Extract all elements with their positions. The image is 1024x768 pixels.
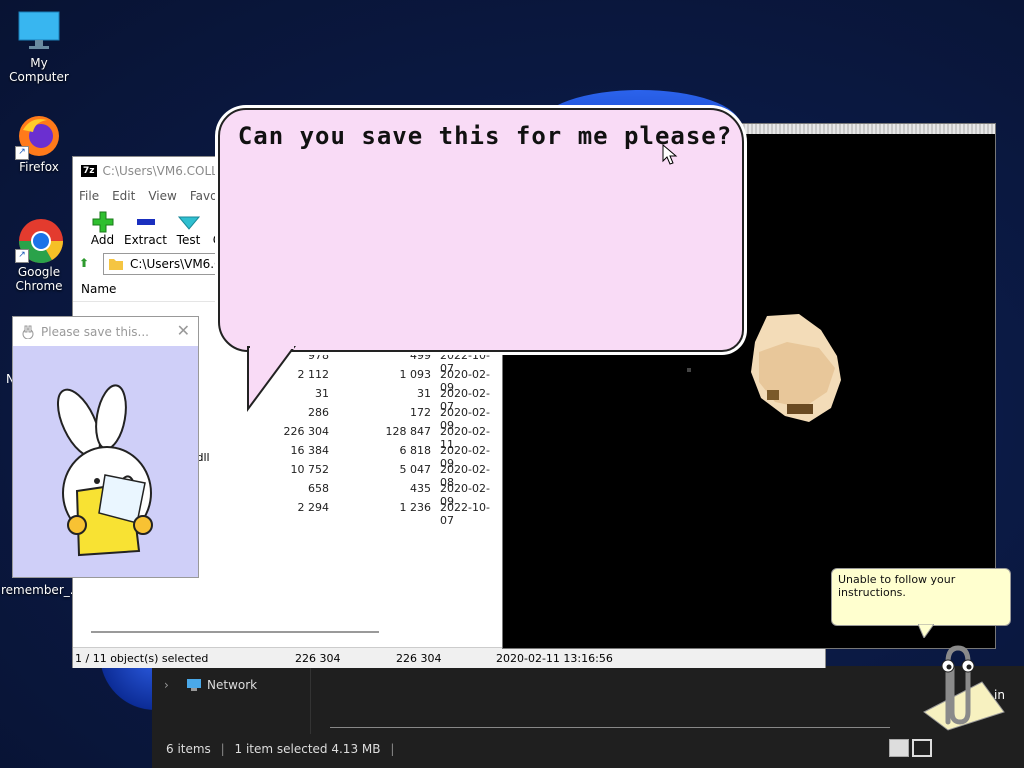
- status-bar: 1 / 11 object(s) selected 226 304 226 30…: [73, 647, 825, 668]
- status-bar: 6 items | 1 item selected 4.13 MB |: [166, 742, 395, 756]
- tooltip-pointer: [918, 624, 934, 638]
- status-packed: 226 304: [396, 651, 442, 665]
- desktop-icon-chrome[interactable]: ↗ Google Chrome: [1, 217, 77, 293]
- folder-icon: [109, 259, 123, 270]
- desktop-icon-label: Google Chrome: [15, 265, 63, 293]
- desktop-icon-my-computer[interactable]: My Computer: [1, 10, 77, 84]
- mouse-cursor-icon: [662, 144, 678, 165]
- status-selected: 1 / 11 object(s) selected: [75, 651, 209, 665]
- window-title: C:\Users\VM6.COLLAI: [102, 164, 230, 178]
- up-folder-icon[interactable]: ⬆: [79, 256, 95, 272]
- file-explorer-window: › Network 6 items | 1 item selected 4.13…: [152, 666, 1024, 768]
- desktop-icon-label: Firefox: [19, 160, 59, 174]
- bunny-app-icon: [22, 325, 34, 339]
- add-button[interactable]: Add: [81, 207, 124, 251]
- firefox-icon: ↗: [15, 114, 61, 160]
- extract-label: Extract: [124, 233, 167, 247]
- minus-icon: [134, 211, 158, 231]
- desktop-icon-remember[interactable]: remember_...: [1, 583, 82, 597]
- desktop-icon-label: My Computer: [9, 56, 69, 84]
- assistant-tooltip: Unable to follow your instructions.: [831, 568, 1011, 626]
- network-icon: [186, 678, 202, 695]
- shortcut-arrow-icon: ↗: [15, 146, 29, 160]
- chevron-right-icon[interactable]: ›: [164, 678, 169, 692]
- chrome-icon: ↗: [15, 217, 63, 263]
- extract-button[interactable]: Extract: [124, 207, 167, 251]
- sandwich-sprite-icon[interactable]: [747, 312, 843, 424]
- bunny-holding-folder-image: [56, 384, 153, 557]
- 7zip-logo-icon: 7z: [81, 165, 97, 177]
- monitor-icon: [17, 10, 61, 54]
- speech-bubble-tail: [247, 345, 296, 413]
- status-modified: 2020-02-11 13:16:56: [496, 651, 613, 665]
- address-text: C:\Users\VM6.C: [130, 257, 223, 271]
- selected-info: 1 item selected 4.13 MB: [234, 742, 381, 756]
- menu-edit[interactable]: Edit: [112, 189, 135, 203]
- details-view-icon[interactable]: [889, 739, 909, 757]
- close-icon[interactable]: ✕: [177, 321, 190, 340]
- desktop-icon-firefox[interactable]: ↗ Firefox: [1, 114, 77, 174]
- add-label: Add: [90, 233, 115, 247]
- horizontal-scrollbar[interactable]: [91, 631, 379, 633]
- test-label: Test: [176, 233, 201, 247]
- items-count: 6 items: [166, 742, 211, 756]
- tiles-view-icon[interactable]: [912, 739, 932, 757]
- bunny-popup-window: Please save this... ✕: [12, 316, 199, 578]
- status-size: 226 304: [295, 651, 341, 665]
- pixel-dot: [687, 368, 691, 372]
- test-button[interactable]: Test: [167, 207, 210, 251]
- menu-file[interactable]: File: [79, 189, 99, 203]
- nav-item-network[interactable]: Network: [207, 678, 257, 692]
- window-title-bar[interactable]: Please save this...: [13, 317, 198, 346]
- horizontal-scrollbar[interactable]: [330, 727, 890, 728]
- menu-view[interactable]: View: [148, 189, 176, 203]
- plus-icon: [91, 211, 115, 233]
- shortcut-arrow-icon: ↗: [15, 249, 29, 263]
- desktop-icon-label: remember_...: [1, 583, 82, 597]
- pane-divider: [310, 666, 311, 734]
- tooltip-text: Unable to follow your instructions.: [838, 573, 956, 599]
- check-icon: [177, 211, 201, 231]
- window-title: Please save this...: [41, 324, 149, 339]
- paperclip-assistant-icon[interactable]: [912, 642, 1008, 732]
